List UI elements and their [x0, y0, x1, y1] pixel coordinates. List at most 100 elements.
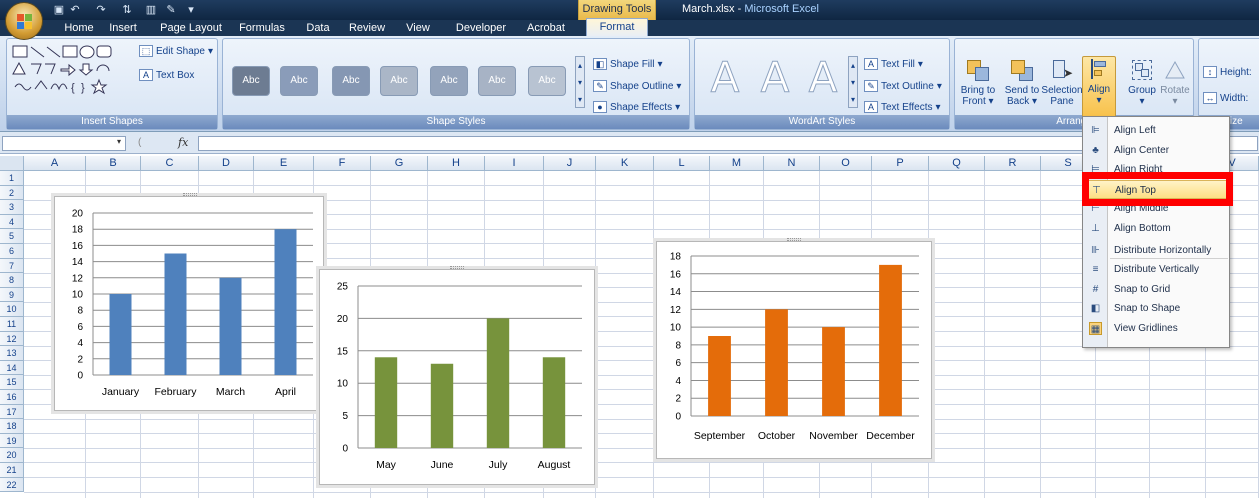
column-header-k[interactable]: K	[596, 156, 654, 171]
bar-january[interactable]	[109, 294, 132, 375]
row-header-19[interactable]: 19	[0, 433, 24, 449]
column-header-g[interactable]: G	[371, 156, 428, 171]
undo-icon[interactable]: ↶	[68, 3, 82, 17]
column-header-h[interactable]: H	[428, 156, 485, 171]
column-header-i[interactable]: I	[485, 156, 544, 171]
tab-review[interactable]: Review	[344, 20, 390, 36]
column-header-p[interactable]: P	[872, 156, 929, 171]
bar-march[interactable]	[219, 277, 242, 375]
wordart-style-2[interactable]: A	[752, 52, 798, 104]
column-header-o[interactable]: O	[820, 156, 872, 171]
sort-icon[interactable]: ⇅	[120, 3, 134, 17]
tab-view[interactable]: View	[400, 20, 436, 36]
column-header-f[interactable]: F	[314, 156, 371, 171]
tab-home[interactable]: Home	[58, 20, 100, 36]
formula-bar-grip[interactable]: (	[138, 137, 141, 148]
row-header-8[interactable]: 8	[0, 273, 24, 288]
bring-to-front-button[interactable]: Bring to Front ▾	[956, 58, 1000, 120]
tab-formulas[interactable]: Formulas	[234, 20, 290, 36]
menu-item-view-gridlines[interactable]: ▦ View Gridlines	[1083, 319, 1229, 338]
shape-style-swatch-3[interactable]: Abc	[332, 66, 370, 96]
chart-1-top-handle[interactable]	[183, 193, 197, 196]
tab-page-layout[interactable]: Page Layout	[152, 20, 230, 36]
chart-wizard-icon[interactable]: ▥	[144, 3, 158, 17]
text-fill-button[interactable]: A Text Fill ▾	[864, 58, 923, 70]
bar-june[interactable]	[430, 363, 454, 448]
shape-fill-button[interactable]: ◧ Shape Fill ▾	[593, 58, 663, 70]
insert-function-icon[interactable]: fx	[178, 136, 188, 149]
row-header-10[interactable]: 10	[0, 302, 24, 317]
tab-format[interactable]: Format	[586, 18, 648, 37]
column-header-l[interactable]: L	[654, 156, 710, 171]
row-header-16[interactable]: 16	[0, 390, 24, 405]
chart-2-top-handle[interactable]	[450, 266, 464, 269]
shape-style-swatch-7[interactable]: Abc	[528, 66, 566, 96]
align-button[interactable]: Align ▾	[1082, 56, 1116, 118]
save-icon[interactable]: ▣	[52, 3, 66, 17]
text-box-button[interactable]: A Text Box	[139, 69, 194, 81]
row-header-18[interactable]: 18	[0, 419, 24, 434]
bar-august[interactable]	[542, 357, 566, 448]
bar-may[interactable]	[374, 357, 398, 448]
chart-2[interactable]: 0 5 10 15 20 25 May June July August	[319, 266, 595, 485]
select-all-corner[interactable]	[0, 156, 24, 171]
shape-style-swatch-4[interactable]: Abc	[380, 66, 418, 96]
row-header-15[interactable]: 15	[0, 375, 24, 390]
chart-3[interactable]: 0 2 4 6 8 10 12 14 16 18 September October November D…	[656, 238, 932, 459]
name-box[interactable]	[2, 136, 126, 151]
menu-item-align-center[interactable]: ♣ Align Center	[1083, 141, 1229, 160]
draw-icon[interactable]: ✎	[164, 3, 178, 17]
bar-september[interactable]	[708, 336, 731, 416]
menu-item-distribute-vertically[interactable]: ≡ Distribute Vertically	[1083, 260, 1229, 279]
send-to-back-button[interactable]: Send to Back ▾	[1000, 58, 1044, 120]
tab-insert[interactable]: Insert	[102, 20, 144, 36]
menu-item-distribute-horizontally[interactable]: ⊪ Distribute Horizontally	[1083, 241, 1229, 260]
shape-style-swatch-5[interactable]: Abc	[430, 66, 468, 96]
shapes-gallery[interactable]: { }	[11, 43, 129, 99]
column-header-r[interactable]: R	[985, 156, 1041, 171]
row-header-13[interactable]: 13	[0, 346, 24, 361]
height-field[interactable]: ↕ Height:	[1203, 66, 1252, 78]
shape-effects-button[interactable]: ● Shape Effects ▾	[593, 101, 680, 113]
text-effects-button[interactable]: A Text Effects ▾	[864, 101, 941, 113]
tab-data[interactable]: Data	[300, 20, 336, 36]
row-header-11[interactable]: 11	[0, 317, 24, 332]
column-header-n[interactable]: N	[764, 156, 820, 171]
bar-october[interactable]	[765, 309, 788, 416]
shape-outline-button[interactable]: ✎ Shape Outline ▾	[593, 80, 681, 92]
bar-december[interactable]	[879, 264, 902, 416]
row-header-20[interactable]: 20	[0, 448, 24, 463]
redo-icon[interactable]: ↷	[94, 3, 108, 17]
column-header-b[interactable]: B	[86, 156, 141, 171]
row-header-21[interactable]: 21	[0, 463, 24, 478]
row-header-9[interactable]: 9	[0, 287, 24, 303]
row-header-17[interactable]: 17	[0, 404, 24, 420]
menu-item-align-left[interactable]: ⊫ Align Left	[1083, 121, 1229, 140]
row-header-2[interactable]: 2	[0, 185, 24, 201]
row-header-6[interactable]: 6	[0, 244, 24, 259]
row-header-1[interactable]: 1	[0, 171, 24, 186]
shape-styles-scroll[interactable]: ▴ ▾ ▾	[575, 56, 585, 108]
name-box-dropdown-icon[interactable]: ▾	[117, 137, 121, 146]
row-header-12[interactable]: 12	[0, 331, 24, 347]
row-header-14[interactable]: 14	[0, 360, 24, 376]
tab-developer[interactable]: Developer	[450, 20, 512, 36]
menu-item-snap-to-shape[interactable]: ◧ Snap to Shape	[1083, 299, 1229, 318]
row-header-7[interactable]: 7	[0, 258, 24, 274]
chart-1[interactable]: 0 2 4 6 8 10 12 14 16 18 20 January February March Apr…	[54, 193, 324, 411]
chart-3-top-handle[interactable]	[787, 238, 801, 241]
wordart-style-3[interactable]: A	[800, 52, 846, 104]
tab-acrobat[interactable]: Acrobat	[520, 20, 572, 36]
row-header-3[interactable]: 3	[0, 200, 24, 215]
edit-shape-button[interactable]: ⬚ Edit Shape ▾	[139, 45, 213, 57]
row-header-22[interactable]: 22	[0, 477, 24, 493]
customize-qat-icon[interactable]: ▾	[184, 3, 198, 17]
column-header-d[interactable]: D	[199, 156, 254, 171]
row-header-4[interactable]: 4	[0, 214, 24, 230]
shape-style-swatch-1[interactable]: Abc	[232, 66, 270, 96]
column-header-a[interactable]: A	[24, 156, 86, 171]
text-outline-button[interactable]: ✎ Text Outline ▾	[864, 80, 942, 92]
column-header-e[interactable]: E	[254, 156, 314, 171]
row-header-5[interactable]: 5	[0, 229, 24, 244]
wordart-style-1[interactable]: A	[702, 52, 748, 104]
